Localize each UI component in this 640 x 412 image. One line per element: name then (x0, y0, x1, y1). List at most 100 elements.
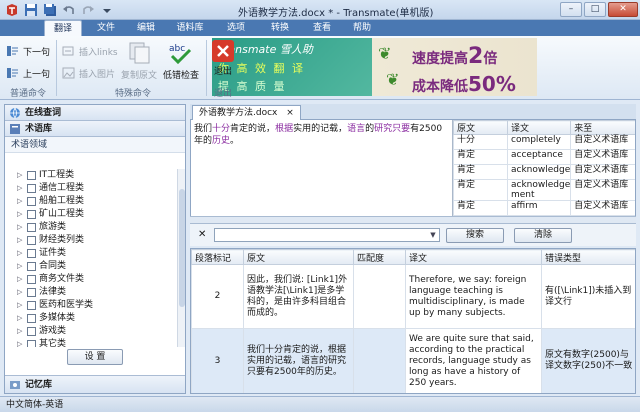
checkbox[interactable] (27, 236, 36, 245)
save-all-icon[interactable] (42, 2, 58, 18)
source-editor[interactable]: 我们十分肯定的说，根据实用的记载，语言的研究只要有2500年的历史。 (190, 120, 452, 216)
term-row[interactable]: 十分 completely 自定义术语库 (453, 134, 635, 150)
grid-header-match[interactable]: 匹配度 (353, 249, 406, 265)
tree-item[interactable]: ▷ 合同类 (5, 260, 185, 273)
close-button[interactable]: ✕ (608, 2, 638, 17)
term-row[interactable]: 肯定 acceptance 自定义术语库 (453, 149, 635, 165)
term-highlight[interactable]: 语言 (347, 124, 365, 134)
settings-button[interactable]: 设 置 (67, 349, 123, 365)
tree-item[interactable]: ▷ 法律类 (5, 286, 185, 299)
tree-item[interactable]: ▷ 医药和医学类 (5, 299, 185, 312)
grid-header-segment[interactable]: 段落标记 (191, 249, 244, 265)
tab-convert[interactable]: 转换 (262, 20, 298, 36)
save-icon[interactable] (23, 2, 39, 18)
tree-item[interactable]: ▷ 船舶工程类 (5, 195, 185, 208)
document-tab-close[interactable]: × (286, 108, 294, 118)
tab-help[interactable]: 帮助 (344, 20, 380, 36)
checkbox[interactable] (27, 275, 36, 284)
source-cell[interactable]: 因此，我们说: [Link1]外语教学法[\Link1]是多学科的，是由许多科目… (243, 264, 354, 329)
expand-arrow-icon[interactable]: ▷ (17, 182, 25, 195)
tree-item[interactable]: ▷ 证件类 (5, 247, 185, 260)
table-row[interactable]: 2 因此，我们说: [Link1]外语教学法[\Link1]是多学科的，是由许多… (191, 264, 635, 329)
expand-arrow-icon[interactable]: ▷ (17, 234, 25, 247)
tree-item[interactable]: ▷ 多媒体类 (5, 312, 185, 325)
tree-item[interactable]: ▷ 财经类列类 (5, 234, 185, 247)
expand-arrow-icon[interactable]: ▷ (17, 312, 25, 325)
expand-arrow-icon[interactable]: ▷ (17, 338, 25, 347)
tab-edit[interactable]: 编辑 (128, 20, 164, 36)
expand-arrow-icon[interactable]: ▷ (17, 286, 25, 299)
source-cell[interactable]: 我们十分肯定的说，根据实用的记载，语言的研究只要有2500年的历史。 (243, 328, 354, 393)
exit-button[interactable]: 退出 (208, 40, 238, 77)
memory-library-header[interactable]: 记忆库 (5, 375, 185, 393)
checkbox[interactable] (27, 197, 36, 206)
search-input[interactable]: ▼ (214, 228, 440, 242)
checkbox[interactable] (27, 288, 36, 297)
chevron-down-icon[interactable]: ▼ (428, 229, 438, 241)
table-row-selected[interactable]: 3 我们十分肯定的说，根据实用的记载，语言的研究只要有2500年的历史。 We … (191, 328, 635, 393)
pane-splitter[interactable] (190, 216, 636, 224)
checkbox[interactable] (27, 340, 36, 347)
term-header-target[interactable]: 译文 (506, 120, 572, 135)
customize-toolbar-icon[interactable] (99, 2, 115, 18)
grid-header-source[interactable]: 原文 (243, 249, 354, 265)
tab-translate[interactable]: 翻译 (44, 20, 82, 36)
checkbox[interactable] (27, 301, 36, 310)
tab-corpus[interactable]: 语料库 (168, 20, 212, 36)
expand-arrow-icon[interactable]: ▷ (17, 247, 25, 260)
low-error-check-button[interactable]: abc 低错检查 (160, 40, 202, 81)
checkbox[interactable] (27, 171, 36, 180)
term-library-header[interactable]: 术语库 (5, 121, 185, 137)
close-search-icon[interactable]: ✕ (198, 229, 206, 240)
checkbox[interactable] (27, 314, 36, 323)
document-tab[interactable]: 外语教学方法.docx × (192, 105, 301, 120)
checkbox[interactable] (27, 184, 36, 193)
term-highlight[interactable]: 研究 (374, 124, 392, 134)
checkbox[interactable] (27, 262, 36, 271)
target-cell[interactable]: Therefore, we say: foreign language teac… (405, 264, 542, 329)
expand-arrow-icon[interactable]: ▷ (17, 273, 25, 286)
scrollbar-thumb[interactable] (179, 189, 185, 307)
target-edit-cell[interactable]: We are quite sure that said, according t… (405, 328, 542, 393)
expand-arrow-icon[interactable]: ▷ (17, 221, 25, 234)
prev-sentence-button[interactable]: 上一句 (6, 66, 50, 80)
expand-arrow-icon[interactable]: ▷ (17, 299, 25, 312)
tree-item[interactable]: ▷ 矿山工程类 (5, 208, 185, 221)
checkbox[interactable] (27, 223, 36, 232)
tree-item[interactable]: ▷ 通信工程类 (5, 182, 185, 195)
term-header-source[interactable]: 原文 (453, 120, 508, 135)
redo-icon[interactable] (80, 2, 96, 18)
checkbox[interactable] (27, 210, 36, 219)
term-row[interactable]: 肯定 acknowledge 自定义术语库 (453, 164, 635, 180)
copy-source-button[interactable]: 复制原文 (118, 40, 160, 81)
tab-view[interactable]: 查看 (304, 20, 340, 36)
tree-item[interactable]: ▷ 商务文件类 (5, 273, 185, 286)
expand-arrow-icon[interactable]: ▷ (17, 260, 25, 273)
tree-scrollbar[interactable] (177, 169, 185, 347)
maximize-button[interactable]: □ (584, 2, 606, 17)
insert-image-button[interactable]: 插入图片 (62, 66, 115, 80)
insert-link-button[interactable]: 插入links (62, 44, 118, 58)
app-logo-icon[interactable] (4, 2, 20, 18)
search-button[interactable]: 搜索 (446, 228, 504, 243)
next-sentence-button[interactable]: 下一句 (6, 44, 50, 58)
expand-arrow-icon[interactable]: ▷ (17, 169, 25, 182)
checkbox[interactable] (27, 249, 36, 258)
tree-item[interactable]: ▷ 游戏类 (5, 325, 185, 338)
term-highlight[interactable]: 历史 (212, 136, 230, 146)
grid-header-target[interactable]: 译文 (405, 249, 542, 265)
term-header-origin[interactable]: 来至 (570, 120, 635, 135)
tab-options[interactable]: 选项 (218, 20, 254, 36)
grid-header-error[interactable]: 错误类型 (541, 249, 635, 265)
term-row[interactable]: 肯定 acknowledge ment 自定义术语库 (453, 179, 635, 201)
tab-file[interactable]: 文件 (88, 20, 124, 36)
clear-button[interactable]: 清除 (514, 228, 572, 243)
expand-arrow-icon[interactable]: ▷ (17, 325, 25, 338)
online-query-header[interactable]: 在线查词 (5, 105, 185, 121)
tree-item[interactable]: ▷ 其它类 (5, 338, 185, 347)
term-highlight[interactable]: 根据 (275, 124, 293, 134)
checkbox[interactable] (27, 327, 36, 336)
term-highlight[interactable]: 只要 (392, 124, 410, 134)
term-row[interactable]: 肯定 affirm 自定义术语库 (453, 200, 635, 216)
undo-icon[interactable] (61, 2, 77, 18)
